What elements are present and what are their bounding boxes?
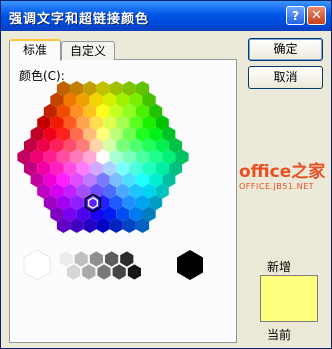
gray-swatch[interactable]: [89, 251, 103, 267]
gray-swatch[interactable]: [97, 264, 111, 280]
cancel-button[interactable]: 取消: [248, 66, 323, 89]
dialog-window: 强调文字和超链接颜色 ? ✕ 标准 自定义 颜色(C): 确定 取消 offic…: [0, 0, 332, 349]
white-swatch[interactable]: [23, 249, 51, 281]
gray-swatch[interactable]: [59, 251, 73, 267]
gray-swatch[interactable]: [112, 264, 126, 280]
current-color-label: 当前: [267, 328, 292, 342]
gray-swatch[interactable]: [127, 264, 141, 280]
ok-button[interactable]: 确定: [248, 38, 323, 61]
watermark-sub: OFFICE.JB51.NET: [239, 182, 315, 191]
gray-swatch[interactable]: [120, 251, 134, 267]
new-color-label: 新增: [267, 260, 292, 274]
gray-swatch[interactable]: [67, 264, 81, 280]
gray-swatch[interactable]: [105, 251, 119, 267]
gray-swatch[interactable]: [74, 251, 88, 267]
color-preview-swatch: [260, 275, 318, 322]
gray-swatch[interactable]: [82, 264, 96, 280]
watermark-main: office之家: [239, 162, 326, 182]
tab-standard[interactable]: 标准: [9, 39, 61, 61]
watermark: office之家 OFFICE.JB51.NET: [239, 157, 331, 191]
black-swatch[interactable]: [177, 250, 203, 280]
